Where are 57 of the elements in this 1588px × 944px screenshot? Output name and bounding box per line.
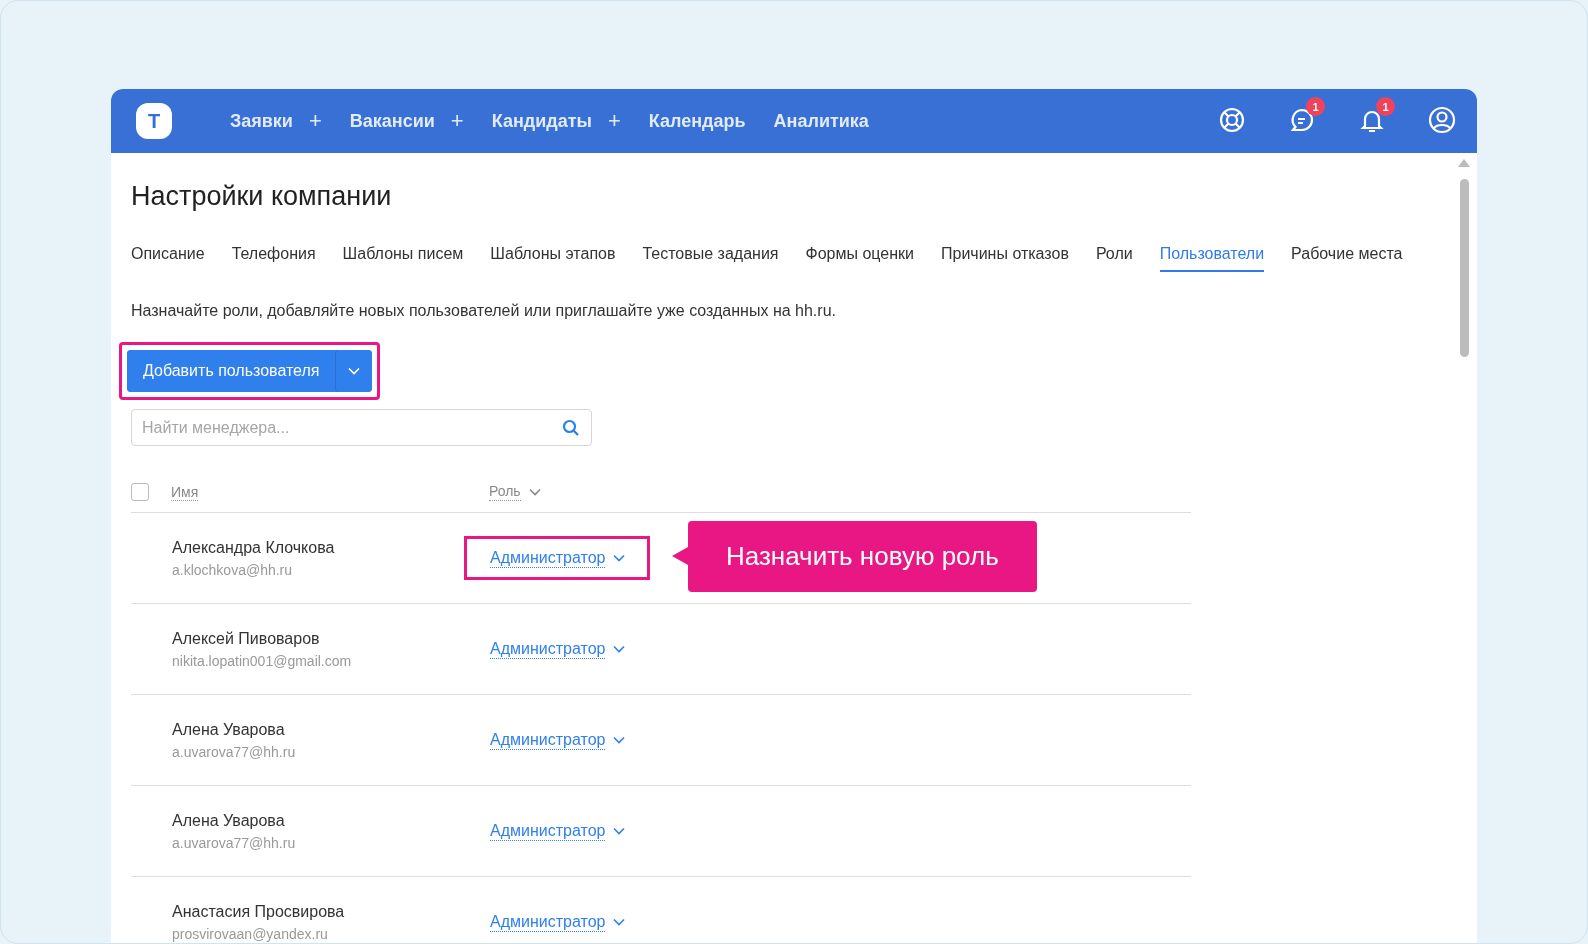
callout-tooltip: Назначить новую роль <box>688 521 1037 592</box>
search-icon <box>562 419 580 437</box>
user-email: prosvirovaan@yandex.ru <box>172 925 329 942</box>
tab[interactable]: Шаблоны этапов <box>490 244 616 272</box>
user-name: Анастасия Просвирова <box>172 902 346 921</box>
tab[interactable]: Пользователи <box>1159 244 1265 272</box>
user-name: Александра Клочкова <box>172 538 336 557</box>
lifebuoy-icon <box>1218 106 1246 134</box>
add-button[interactable]: + <box>450 110 464 132</box>
user-email: nikita.lopatin001@gmail.com <box>172 652 353 669</box>
user-name: Алена Уварова <box>172 811 286 830</box>
description-text: Назначайте роли, добавляйте новых пользователей или приглашайте уже созданных на hh.ru. <box>131 302 837 320</box>
role-dropdown[interactable]: Администратор <box>490 911 626 933</box>
tab[interactable]: Телефония <box>231 244 316 272</box>
profile-button[interactable] <box>1427 106 1457 136</box>
column-header[interactable]: Роль <box>489 483 521 501</box>
dropdown-button[interactable] <box>335 350 373 392</box>
caret-icon <box>613 736 626 744</box>
nav-link[interactable]: Календарь <box>648 110 746 132</box>
app-logo[interactable]: T <box>133 100 175 142</box>
caret-icon <box>613 645 626 653</box>
count-badge: 1 <box>1376 97 1395 116</box>
tab[interactable]: Формы оценки <box>805 244 914 272</box>
role-dropdown[interactable]: Администратор <box>490 638 626 660</box>
tab[interactable]: Тестовые задания <box>642 244 779 272</box>
user-email: a.uvarova77@hh.ru <box>172 834 297 851</box>
tab[interactable]: Роли <box>1095 244 1133 272</box>
scroll-thumb[interactable] <box>1459 179 1469 357</box>
nav-link[interactable]: Аналитика <box>773 110 869 132</box>
tab[interactable]: Шаблоны писем <box>342 244 464 272</box>
user-email: a.uvarova77@hh.ru <box>172 743 297 760</box>
add-button[interactable]: + <box>607 110 621 132</box>
caret-icon <box>613 918 626 926</box>
checkbox[interactable] <box>131 483 149 501</box>
tab[interactable]: Рабочие места <box>1291 244 1403 272</box>
user-name: Алексей Пивоваров <box>172 629 321 648</box>
tab[interactable]: Описание <box>131 244 205 272</box>
caret-icon <box>613 554 626 562</box>
caret-icon <box>528 488 541 496</box>
scroll-up-arrow-icon <box>1458 159 1470 167</box>
column-header[interactable]: Имя <box>171 484 199 501</box>
nav-link[interactable]: Кандидаты <box>491 110 592 132</box>
role-dropdown[interactable]: Администратор <box>490 547 626 569</box>
page-title: Настройки компании <box>131 181 393 212</box>
add-button[interactable]: + <box>308 110 322 132</box>
user-email: a.klochkova@hh.ru <box>172 561 294 578</box>
nav-link[interactable]: Вакансии <box>349 110 435 132</box>
count-badge: 1 <box>1306 97 1325 116</box>
role-dropdown[interactable]: Администратор <box>490 729 626 751</box>
caret-icon <box>348 367 361 375</box>
search-field[interactable]: Найти менеджера... <box>131 409 592 446</box>
user-name: Алена Уварова <box>172 720 286 739</box>
tab[interactable]: Причины отказов <box>941 244 1069 272</box>
caret-icon <box>613 827 626 835</box>
role-dropdown[interactable]: Администратор <box>490 820 626 842</box>
user-icon <box>1428 106 1456 134</box>
nav-link[interactable]: Заявки <box>230 110 293 132</box>
